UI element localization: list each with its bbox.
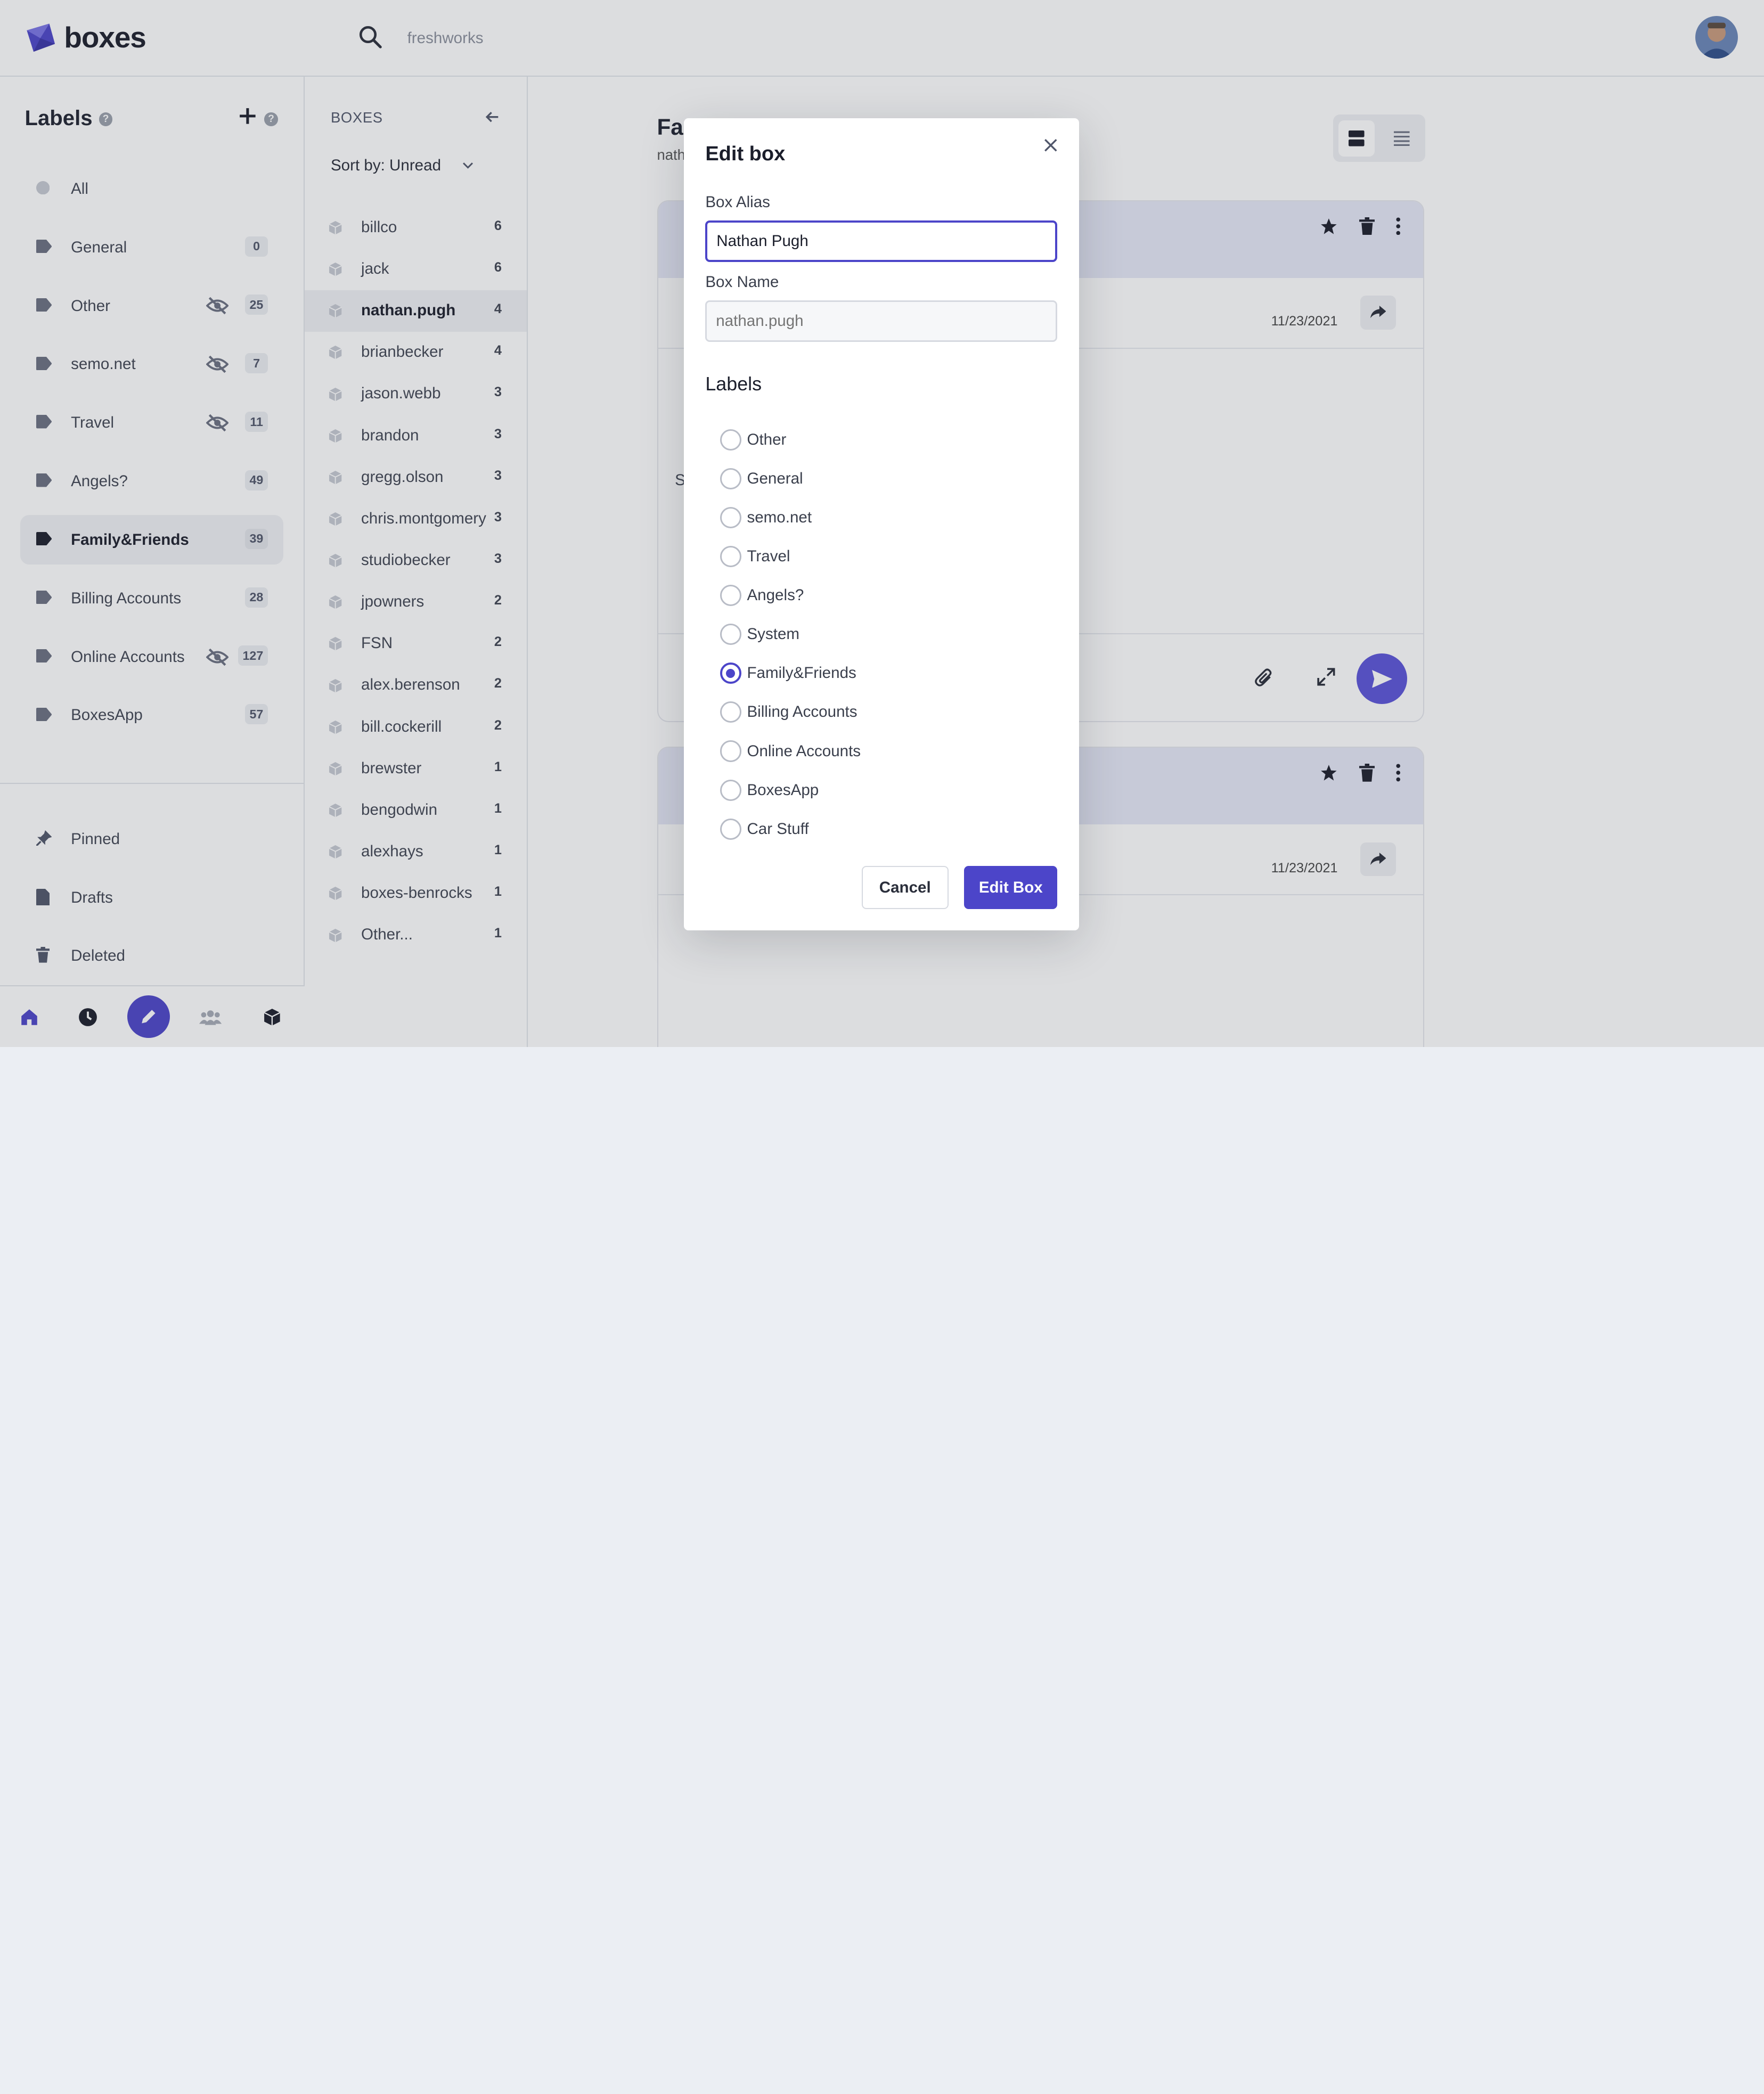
radio-label: Car Stuff	[747, 820, 809, 838]
label-option[interactable]: Online Accounts	[720, 738, 861, 765]
radio-label: System	[747, 625, 800, 643]
radio-button[interactable]	[720, 546, 741, 568]
radio-button[interactable]	[720, 662, 741, 684]
radio-button[interactable]	[720, 506, 741, 529]
box-name-label: Box Name	[705, 273, 779, 291]
radio-label: Online Accounts	[747, 742, 861, 760]
radio-label: Billing Accounts	[747, 703, 858, 721]
label-option[interactable]: Angels?	[720, 582, 804, 609]
labels-heading: Labels	[705, 373, 762, 395]
radio-button[interactable]	[720, 740, 741, 762]
label-option[interactable]: BoxesApp	[720, 776, 819, 804]
label-option[interactable]: semo.net	[720, 504, 812, 531]
label-option[interactable]: System	[720, 621, 799, 648]
radio-label: General	[747, 469, 803, 487]
radio-button[interactable]	[720, 701, 741, 723]
dialog-title: Edit box	[705, 143, 786, 166]
radio-button[interactable]	[720, 585, 741, 607]
label-option[interactable]: General	[720, 465, 803, 493]
close-icon[interactable]	[1043, 137, 1059, 153]
label-option[interactable]: Car Stuff	[720, 815, 809, 842]
radio-button[interactable]	[720, 468, 741, 489]
radio-button[interactable]	[720, 429, 741, 451]
radio-label: BoxesApp	[747, 781, 819, 799]
label-option[interactable]: Travel	[720, 543, 790, 570]
cancel-button[interactable]: Cancel	[861, 866, 949, 909]
radio-label: Family&Friends	[747, 664, 856, 682]
label-option[interactable]: Family&Friends	[720, 660, 856, 687]
radio-label: semo.net	[747, 509, 812, 527]
radio-label: Angels?	[747, 586, 804, 604]
box-alias-label: Box Alias	[705, 193, 770, 211]
radio-button[interactable]	[720, 624, 741, 645]
edit-box-dialog: Edit box Box Alias Box Name Labels Other…	[684, 118, 1079, 930]
radio-label: Travel	[747, 547, 790, 566]
radio-button[interactable]	[720, 779, 741, 801]
app-window: boxes Labels ? ? AllGeneral0Other25semo.…	[0, 0, 1764, 1048]
label-option[interactable]: Other	[720, 427, 787, 454]
radio-button[interactable]	[720, 818, 741, 840]
radio-label: Other	[747, 430, 787, 448]
edit-box-button[interactable]: Edit Box	[964, 866, 1058, 909]
label-option[interactable]: Billing Accounts	[720, 699, 858, 726]
box-name-input[interactable]	[705, 300, 1058, 342]
box-alias-input[interactable]	[705, 220, 1058, 263]
